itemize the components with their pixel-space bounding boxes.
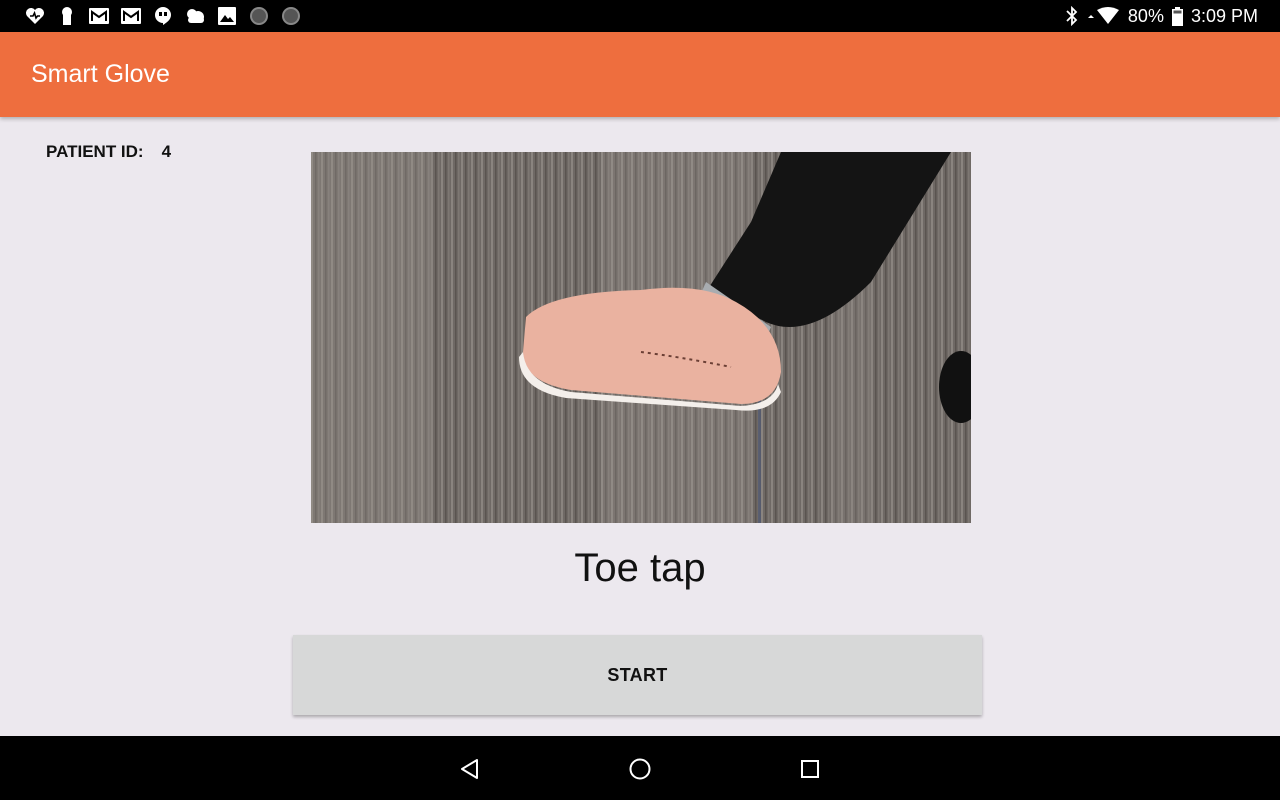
battery-icon (1171, 6, 1183, 26)
notification-icons (24, 5, 302, 27)
exercise-name: Toe tap (574, 546, 706, 590)
app-title: Smart Glove (31, 60, 170, 88)
system-status: 80% 3:09 PM (1066, 6, 1258, 27)
heart-icon (24, 5, 46, 27)
navigation-bar (0, 736, 1280, 800)
gallery-icon (216, 5, 238, 27)
battery-percent: 80% (1127, 5, 1164, 26)
hangouts-icon (152, 5, 174, 27)
exercise-image (311, 152, 971, 523)
circle-icon (248, 5, 270, 27)
patient-id: PATIENT ID: 4 (46, 142, 171, 162)
bluetooth-icon (1066, 6, 1078, 26)
weather-icon (184, 5, 206, 27)
back-icon[interactable] (457, 756, 483, 782)
start-button[interactable]: START (293, 635, 982, 715)
app-bar: Smart Glove (0, 32, 1280, 117)
keyhole-icon (56, 5, 78, 27)
patient-id-value: 4 (161, 142, 172, 161)
gmail-icon (88, 5, 110, 27)
recents-icon[interactable] (797, 756, 823, 782)
patient-id-label: PATIENT ID: (46, 142, 144, 161)
circle-icon (280, 5, 302, 27)
clock: 3:09 PM (1190, 5, 1258, 26)
home-icon[interactable] (627, 756, 653, 782)
status-bar: 80% 3:09 PM (0, 0, 1280, 32)
wifi-icon (1086, 6, 1120, 26)
gmail-icon (120, 5, 142, 27)
